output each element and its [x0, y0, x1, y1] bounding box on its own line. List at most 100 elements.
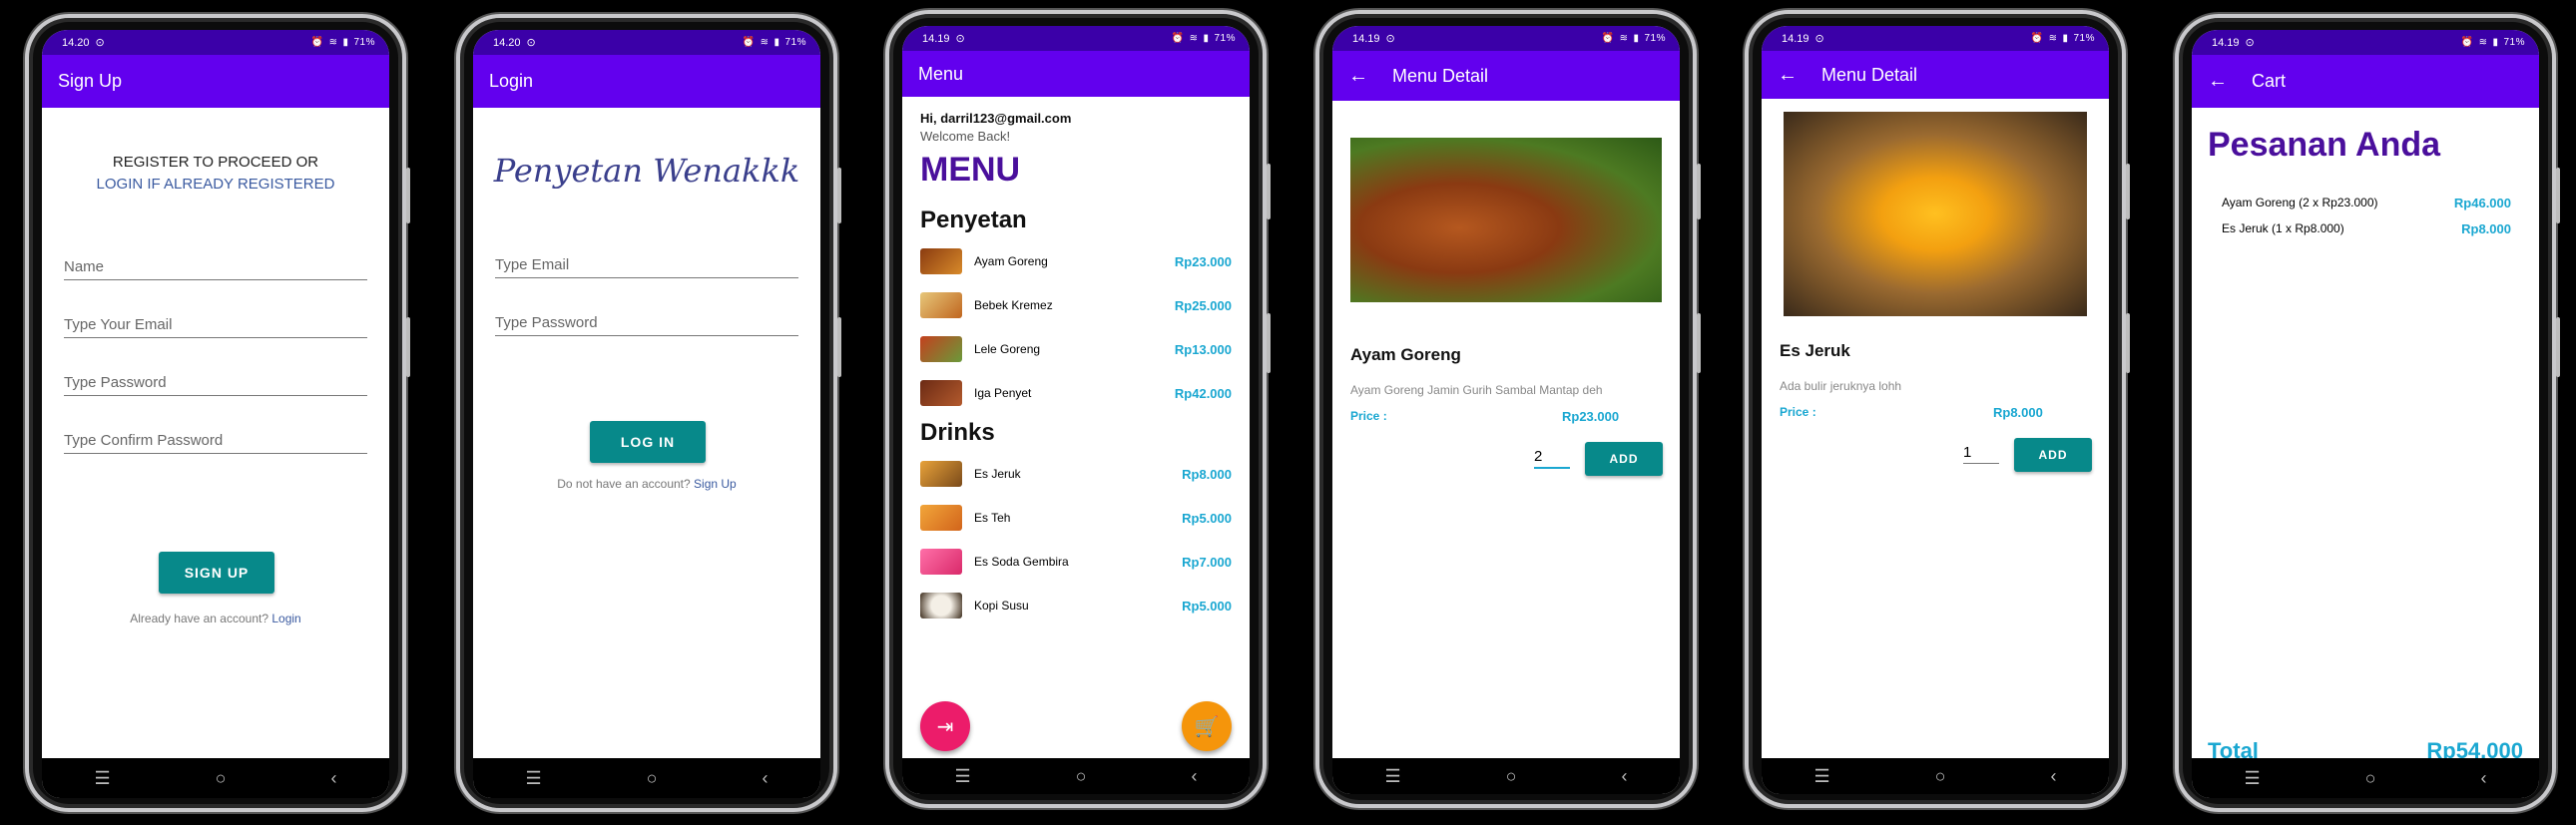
login-prompt-text: Already have an account? [130, 612, 269, 625]
email-field[interactable]: Type Your Email [64, 316, 367, 338]
password-field[interactable]: Type Password [495, 314, 798, 336]
quantity-input[interactable]: 1 [1963, 444, 1999, 464]
page-title: Menu [918, 63, 964, 84]
signal-icon: ▮ [773, 37, 780, 48]
home-icon[interactable]: ○ [1506, 766, 1517, 787]
status-time: 14.20 [62, 36, 90, 49]
home-icon[interactable]: ○ [647, 768, 658, 789]
back-arrow-icon[interactable]: ← [1348, 65, 1368, 88]
logout-button[interactable]: ⇥ [920, 701, 970, 751]
wifi-icon: ≋ [2478, 37, 2488, 48]
recent-apps-icon[interactable]: ☰ [94, 768, 110, 789]
add-button[interactable]: ADD [1585, 442, 1663, 476]
back-nav-icon[interactable]: ‹ [2050, 766, 2056, 787]
battery-level: 71% [2073, 33, 2095, 44]
user-greeting: Hi, darril123@gmail.com [920, 111, 1072, 126]
signal-icon: ▮ [1633, 33, 1640, 44]
drink-image [920, 505, 962, 531]
item-price: Rp5.000 [1182, 598, 1232, 614]
back-nav-icon[interactable]: ‹ [1621, 766, 1627, 787]
back-nav-icon[interactable]: ‹ [330, 768, 336, 789]
status-bar: 14.19 ⊙ ⏰ ≋ ▮ 71% [1762, 26, 2109, 51]
back-arrow-icon[interactable]: ← [2208, 70, 2228, 93]
item-price: Rp5.000 [1182, 510, 1232, 526]
back-arrow-icon[interactable]: ← [1778, 64, 1798, 87]
menu-item[interactable]: Es Soda Gembira Rp7.000 [920, 547, 1232, 577]
menu-item[interactable]: Iga Penyet Rp42.000 [920, 378, 1232, 408]
menu-item[interactable]: Bebek Kremez Rp25.000 [920, 290, 1232, 320]
item-name: Kopi Susu [974, 599, 1029, 613]
phone-login: 14.20 ⊙ ⏰ ≋ ▮ 71% Login Penyetan Wenakkk Typ… [456, 14, 841, 812]
drink-image [920, 461, 962, 487]
home-icon[interactable]: ○ [2365, 768, 2376, 789]
food-image [920, 292, 962, 318]
menu-item[interactable]: Lele Goreng Rp13.000 [920, 334, 1232, 364]
heading-line-2: LOGIN IF ALREADY REGISTERED [96, 176, 335, 193]
signal-icon: ▮ [1203, 33, 1210, 44]
email-field[interactable]: Type Email [495, 256, 798, 278]
home-icon[interactable]: ○ [1076, 766, 1087, 787]
wifi-icon: ≋ [2048, 33, 2058, 44]
status-time: 14.19 [1782, 32, 1809, 45]
sign-up-link[interactable]: Sign Up [694, 477, 737, 491]
status-time: 14.19 [922, 32, 950, 45]
page-title: Cart [2252, 71, 2287, 91]
screen-cart: 14.19 ⊙ ⏰ ≋ ▮ 71% ← Cart Pesanan Anda Ayam Go… [2192, 30, 2539, 798]
cart-button[interactable]: 🛒 [1182, 701, 1232, 751]
add-button[interactable]: ADD [2014, 438, 2092, 472]
menu-item[interactable]: Ayam Goreng Rp23.000 [920, 246, 1232, 276]
back-nav-icon[interactable]: ‹ [1191, 766, 1197, 787]
recent-apps-icon[interactable]: ☰ [525, 768, 541, 789]
page-title: Menu Detail [1821, 64, 1918, 85]
password-field[interactable]: Type Password [64, 374, 367, 396]
item-name: Ayam Goreng [1350, 345, 1461, 364]
welcome-text: Welcome Back! [920, 129, 1011, 144]
back-nav-icon[interactable]: ‹ [2480, 768, 2486, 789]
item-name: Bebek Kremez [974, 298, 1053, 312]
back-nav-icon[interactable]: ‹ [762, 768, 768, 789]
home-icon[interactable]: ○ [1935, 766, 1946, 787]
sync-icon: ⊙ [526, 37, 536, 49]
home-icon[interactable]: ○ [216, 768, 227, 789]
menu-item[interactable]: Es Teh Rp5.000 [920, 503, 1232, 533]
menu-item[interactable]: Kopi Susu Rp5.000 [920, 591, 1232, 620]
sync-icon: ⊙ [95, 37, 105, 49]
recent-apps-icon[interactable]: ☰ [954, 766, 970, 787]
drink-image [920, 593, 962, 619]
sign-up-button[interactable]: SIGN UP [159, 552, 274, 594]
app-bar: Menu [902, 51, 1250, 97]
battery-level: 71% [353, 37, 375, 48]
status-bar: 14.20 ⊙ ⏰ ≋ ▮ 71% [42, 30, 389, 55]
app-bar: Login [473, 55, 820, 108]
heading-line-1: REGISTER TO PROCEED OR [112, 154, 319, 171]
login-link[interactable]: Login [271, 612, 300, 625]
alarm-icon: ⏰ [310, 37, 324, 48]
signup-prompt-text: Do not have an account? [557, 477, 691, 491]
item-price: Rp8.000 [1182, 466, 1232, 482]
quantity-input[interactable]: 2 [1534, 448, 1570, 469]
app-bar: ← Menu Detail [1332, 51, 1680, 101]
alarm-icon: ⏰ [2030, 33, 2044, 44]
cart-item-label: Es Jeruk (1 x Rp8.000) [2222, 221, 2344, 235]
item-name: Es Jeruk [1780, 341, 1850, 360]
logout-icon: ⇥ [936, 715, 954, 738]
food-image [920, 248, 962, 274]
nav-bar: ☰ ○ ‹ [2192, 758, 2539, 798]
log-in-button[interactable]: LOG IN [590, 421, 706, 463]
sync-icon: ⊙ [2245, 37, 2255, 49]
recent-apps-icon[interactable]: ☰ [1813, 766, 1829, 787]
item-name: Es Jeruk [974, 467, 1021, 481]
phone-menu: 14.19 ⊙ ⏰ ≋ ▮ 71% Menu Hi, darril123@gmail.c… [885, 10, 1271, 808]
screen-signup: 14.20 ⊙ ⏰ ≋ ▮ 71% Sign Up REGISTER TO PROCEE… [42, 30, 389, 798]
confirm-password-field[interactable]: Type Confirm Password [64, 432, 367, 454]
item-name: Iga Penyet [974, 386, 1032, 400]
menu-heading: MENU [920, 151, 1021, 189]
recent-apps-icon[interactable]: ☰ [1384, 766, 1400, 787]
alarm-icon: ⏰ [1171, 33, 1185, 44]
menu-item[interactable]: Es Jeruk Rp8.000 [920, 459, 1232, 489]
item-name: Es Teh [974, 511, 1011, 525]
phone-detail-jeruk: 14.19 ⊙ ⏰ ≋ ▮ 71% ← Menu Detail Es Jeruk Ada … [1745, 10, 2130, 808]
recent-apps-icon[interactable]: ☰ [2244, 768, 2260, 789]
wifi-icon: ≋ [1189, 33, 1199, 44]
name-field[interactable]: Name [64, 258, 367, 280]
